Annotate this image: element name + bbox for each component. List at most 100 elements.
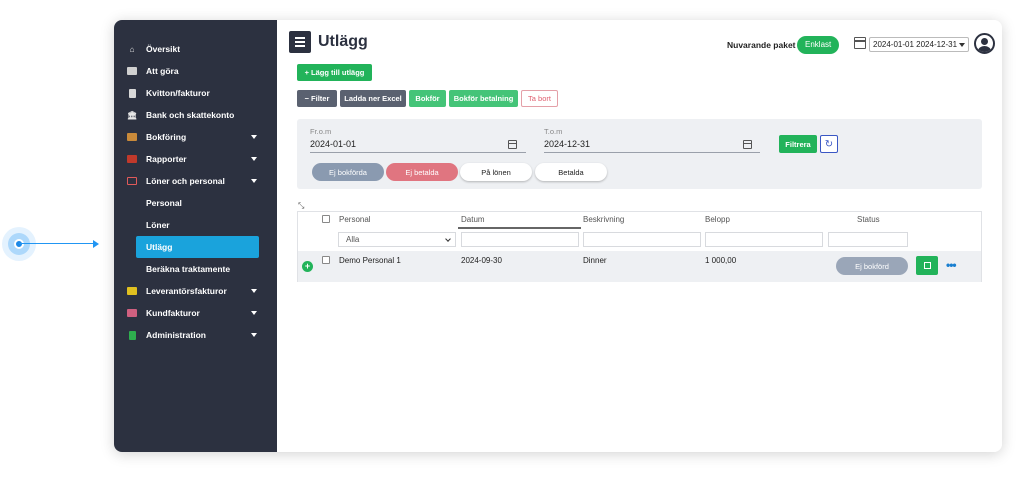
package-badge[interactable]: Enklast bbox=[797, 36, 840, 54]
sidebar-item-kundfakturor[interactable]: Kundfakturor bbox=[114, 302, 277, 324]
sidebar-item-label: Kundfakturor bbox=[146, 308, 200, 318]
topbar: Utlägg Nuvarande paket Enklast 2024-01-0… bbox=[277, 20, 1002, 66]
filter-button[interactable]: − Filter bbox=[297, 90, 337, 107]
admin-icon bbox=[127, 330, 137, 340]
chevron-down-icon bbox=[251, 157, 257, 161]
chart-icon bbox=[127, 154, 137, 164]
sidebar-item-label: Kvitton/fakturor bbox=[146, 88, 210, 98]
chevron-down-icon bbox=[251, 311, 257, 315]
column-header-personal[interactable]: Personal bbox=[339, 215, 371, 224]
user-avatar-icon[interactable] bbox=[974, 33, 995, 54]
column-header-belopp[interactable]: Belopp bbox=[705, 215, 730, 224]
bank-icon: 🏛 bbox=[127, 110, 138, 120]
beskrivning-filter-input[interactable] bbox=[583, 232, 701, 247]
sidebar-item-label: Bokföring bbox=[146, 132, 187, 142]
status-badge[interactable]: Ej bokförd bbox=[836, 257, 908, 275]
column-header-datum[interactable]: Datum bbox=[461, 215, 485, 224]
pointer-arrow-icon bbox=[93, 240, 99, 248]
chevron-down-icon bbox=[251, 179, 257, 183]
sidebar-subitem-utlagg[interactable]: Utlägg bbox=[136, 236, 259, 258]
sidebar-item-label: Att göra bbox=[146, 66, 179, 76]
expand-plus-icon[interactable]: + bbox=[302, 261, 313, 272]
customer-icon bbox=[127, 308, 137, 318]
pill-ej-bokforda[interactable]: Ej bokförda bbox=[312, 163, 384, 181]
hamburger-icon bbox=[295, 37, 305, 39]
list-icon bbox=[127, 66, 137, 76]
from-date-input[interactable]: 2024-01-01 bbox=[310, 139, 526, 153]
calendar-icon[interactable] bbox=[743, 140, 752, 149]
sidebar-item-label: Leverantörsfakturor bbox=[146, 286, 227, 296]
chevron-down-icon bbox=[251, 289, 257, 293]
main-content: Utlägg Nuvarande paket Enklast 2024-01-0… bbox=[277, 20, 1002, 452]
stage: ⌂ Översikt Att göra Kvitton/fakturor 🏛 B… bbox=[0, 0, 1024, 477]
calendar-icon bbox=[854, 37, 866, 49]
filter-panel: Fr.o.m 2024-01-01 T.o.m 2024-12-31 Filtr… bbox=[297, 119, 982, 189]
sidebar-item-label: Löner och personal bbox=[146, 176, 225, 186]
pill-ej-betalda[interactable]: Ej betalda bbox=[386, 163, 458, 181]
refresh-icon[interactable]: ↻ bbox=[820, 135, 838, 153]
personal-filter-select[interactable]: Alla bbox=[338, 232, 456, 247]
sidebar-item-att-gora[interactable]: Att göra bbox=[114, 60, 277, 82]
expenses-table: Personal Datum Beskrivning Belopp Status… bbox=[297, 211, 982, 282]
pointer-indicator bbox=[2, 227, 36, 261]
cell-beskrivning: Dinner bbox=[583, 256, 607, 265]
pill-pa-lonen[interactable]: På lönen bbox=[460, 163, 532, 181]
sidebar-item-kvitton[interactable]: Kvitton/fakturor bbox=[114, 82, 277, 104]
sort-indicator bbox=[458, 227, 581, 229]
personal-filter-value: Alla bbox=[346, 235, 360, 244]
from-date-label: Fr.o.m bbox=[310, 127, 332, 136]
sidebar-subitem-personal[interactable]: Personal bbox=[114, 192, 277, 214]
belopp-filter-input[interactable] bbox=[705, 232, 823, 247]
collapse-icon[interactable]: ⤡ bbox=[298, 201, 304, 211]
sidebar-item-loner-personal[interactable]: Löner och personal bbox=[114, 170, 277, 192]
date-range-select[interactable]: 2024-01-01 2024-12-31 bbox=[869, 37, 969, 52]
sidebar-item-oversikt[interactable]: ⌂ Översikt bbox=[114, 38, 277, 60]
edit-button[interactable] bbox=[916, 256, 938, 275]
download-excel-button[interactable]: Ladda ner Excel bbox=[340, 90, 406, 107]
sidebar-item-rapporter[interactable]: Rapporter bbox=[114, 148, 277, 170]
app-window: ⌂ Översikt Att göra Kvitton/fakturor 🏛 B… bbox=[114, 20, 1002, 452]
delete-button[interactable]: Ta bort bbox=[521, 90, 558, 107]
pointer-line bbox=[19, 243, 95, 244]
to-date-input[interactable]: 2024-12-31 bbox=[544, 139, 760, 153]
card-icon bbox=[127, 176, 137, 186]
bokfor-button[interactable]: Bokför bbox=[409, 90, 446, 107]
menu-toggle-button[interactable] bbox=[289, 31, 311, 53]
sidebar-subitem-traktamente[interactable]: Beräkna traktamente bbox=[114, 258, 277, 280]
cell-belopp: 1 000,00 bbox=[705, 256, 737, 265]
add-expense-button[interactable]: + Lägg till utlägg bbox=[297, 64, 372, 81]
supplier-icon bbox=[127, 286, 137, 296]
sidebar-item-label: Bank och skattekonto bbox=[146, 110, 235, 120]
more-options-icon[interactable]: ••• bbox=[946, 258, 957, 272]
sidebar-item-bank[interactable]: 🏛 Bank och skattekonto bbox=[114, 104, 277, 126]
receipt-icon bbox=[127, 88, 137, 98]
select-all-checkbox[interactable] bbox=[322, 215, 330, 223]
sidebar: ⌂ Översikt Att göra Kvitton/fakturor 🏛 B… bbox=[114, 20, 277, 452]
sidebar-item-leverantorsfakturor[interactable]: Leverantörsfakturor bbox=[114, 280, 277, 302]
column-header-beskrivning[interactable]: Beskrivning bbox=[583, 215, 624, 224]
cell-datum: 2024-09-30 bbox=[461, 256, 502, 265]
cell-personal: Demo Personal 1 bbox=[339, 256, 401, 265]
package-label: Nuvarande paket bbox=[727, 40, 796, 50]
chevron-down-icon bbox=[251, 135, 257, 139]
to-date-label: T.o.m bbox=[544, 127, 563, 136]
row-checkbox[interactable] bbox=[322, 256, 330, 264]
page-title: Utlägg bbox=[318, 33, 368, 50]
pill-betalda[interactable]: Betalda bbox=[535, 163, 607, 181]
filtrera-button[interactable]: Filtrera bbox=[779, 135, 817, 153]
table-row[interactable]: + Demo Personal 1 2024-09-30 Dinner 1 00… bbox=[298, 251, 981, 282]
date-range-value: 2024-01-01 2024-12-31 bbox=[873, 40, 958, 49]
chevron-down-icon bbox=[959, 43, 965, 47]
bokfor-betalning-button[interactable]: Bokför betalning bbox=[449, 90, 518, 107]
sidebar-item-bokforing[interactable]: Bokföring bbox=[114, 126, 277, 148]
status-filter-input[interactable] bbox=[828, 232, 908, 247]
chevron-down-icon bbox=[251, 333, 257, 337]
chevron-down-icon bbox=[445, 236, 451, 242]
sidebar-item-administration[interactable]: Administration bbox=[114, 324, 277, 346]
calendar-icon[interactable] bbox=[508, 140, 517, 149]
datum-filter-input[interactable] bbox=[461, 232, 579, 247]
sidebar-subitem-loner[interactable]: Löner bbox=[114, 214, 277, 236]
column-header-status[interactable]: Status bbox=[857, 215, 880, 224]
home-icon: ⌂ bbox=[129, 44, 135, 54]
sidebar-item-label: Rapporter bbox=[146, 154, 187, 164]
